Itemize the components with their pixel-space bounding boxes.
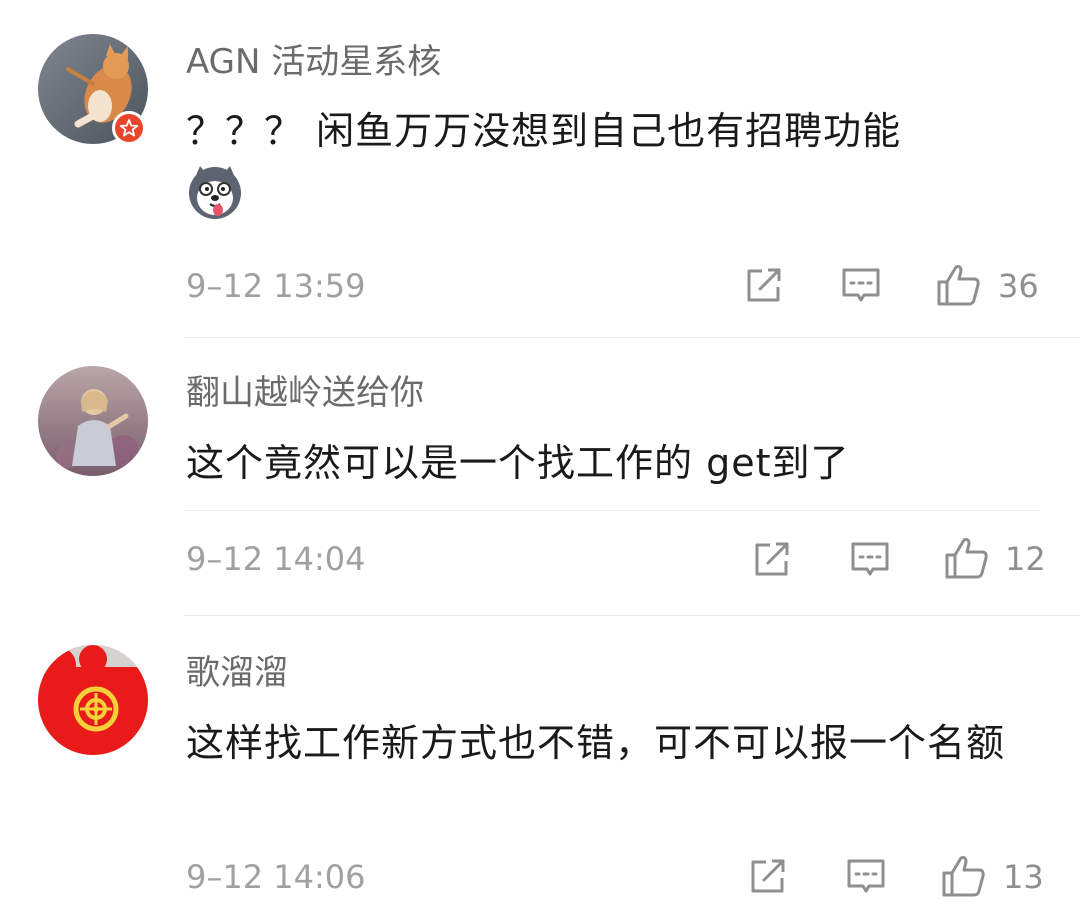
comment-text: 这样找工作新方式也不错，可不可以报一个名额	[186, 721, 1006, 765]
like-count: 13	[1003, 858, 1044, 896]
timestamp: 9–12 14:06	[186, 858, 366, 896]
comment-icon	[842, 268, 880, 302]
red-plush-avatar	[38, 645, 148, 755]
like-count: 12	[1005, 540, 1046, 578]
comment-item: AGN 活动星系核 ？？？ 闲鱼万万没想到自己也有招聘功能 9–12 13:59	[0, 0, 1080, 337]
share-icon	[751, 859, 785, 893]
share-button[interactable]	[752, 539, 792, 579]
husky-emoji	[186, 164, 244, 222]
like-count: 36	[998, 267, 1039, 305]
avatar[interactable]	[38, 645, 148, 755]
thumbs-up-icon	[937, 265, 980, 306]
reply-button[interactable]	[840, 266, 882, 306]
comment-item: 翻山越岭送给你 这个竟然可以是一个找工作的 get到了 9–12 14:04 1…	[0, 337, 1080, 615]
reply-button[interactable]	[849, 540, 891, 580]
timestamp: 9–12 13:59	[186, 267, 366, 305]
comment-icon	[851, 542, 889, 576]
comment-item: 歌溜溜 这样找工作新方式也不错，可不可以报一个名额 9–12 14:06 13	[0, 615, 1080, 919]
star-badge-icon	[112, 111, 146, 145]
timestamp: 9–12 14:04	[186, 540, 366, 578]
inner-divider	[184, 510, 1040, 511]
thumbs-up-icon	[942, 856, 985, 897]
username[interactable]: AGN 活动星系核	[186, 42, 441, 82]
like-button[interactable]	[936, 262, 982, 308]
reply-button[interactable]	[845, 857, 887, 897]
comment-text: 这个竟然可以是一个找工作的 get到了	[186, 441, 850, 485]
girl-field-avatar	[38, 366, 148, 476]
share-button[interactable]	[748, 856, 788, 896]
like-button[interactable]	[944, 535, 990, 581]
thumbs-up-icon	[945, 538, 988, 579]
username[interactable]: 歌溜溜	[186, 653, 288, 693]
share-icon	[747, 268, 781, 302]
share-button[interactable]	[744, 265, 784, 305]
share-icon	[755, 542, 789, 576]
avatar[interactable]	[38, 366, 148, 476]
username[interactable]: 翻山越岭送给你	[186, 373, 424, 413]
comment-text: ？？？ 闲鱼万万没想到自己也有招聘功能	[186, 109, 902, 153]
like-button[interactable]	[941, 853, 987, 899]
comment-icon	[847, 859, 885, 893]
